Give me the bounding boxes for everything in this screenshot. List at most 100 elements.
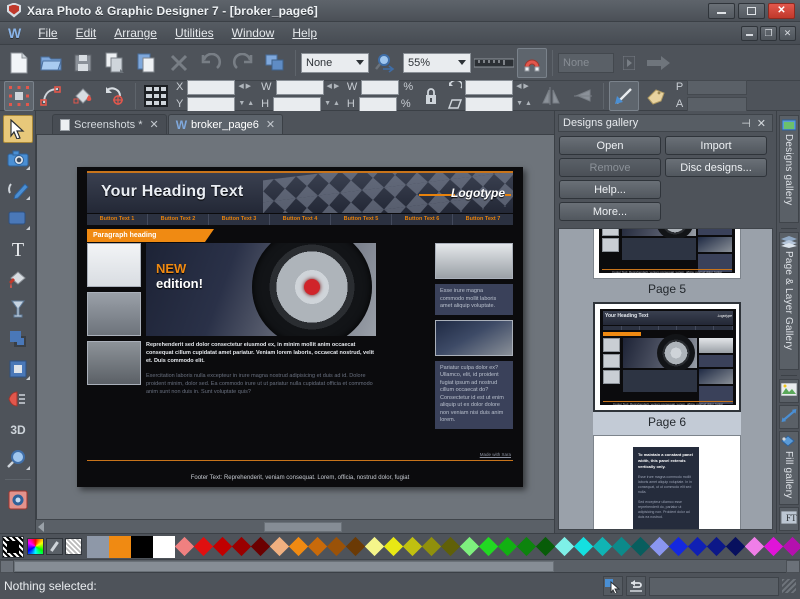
horizontal-scroll-thumb[interactable] — [264, 522, 342, 532]
close-icon[interactable]: ✕ — [266, 118, 275, 131]
paint-bucket-icon[interactable] — [68, 81, 98, 111]
palette-lead-swatch[interactable] — [87, 536, 109, 558]
palette-lead-swatch[interactable] — [153, 536, 175, 558]
palette-swatch[interactable] — [612, 537, 631, 556]
h-spinner[interactable]: ▼ ▲ — [322, 101, 342, 107]
rotate-input[interactable] — [465, 80, 513, 95]
h-input[interactable] — [273, 97, 321, 112]
nav-button-6[interactable]: Button Text 6 — [392, 214, 453, 225]
nav-button-5[interactable]: Button Text 5 — [331, 214, 392, 225]
palette-swatch[interactable] — [422, 537, 441, 556]
scroll-left-arrow-icon[interactable] — [38, 522, 44, 532]
palette-swatch[interactable] — [631, 537, 650, 556]
shadow-tool[interactable] — [3, 325, 33, 353]
minimize-button[interactable] — [708, 3, 735, 19]
padlock-icon[interactable] — [418, 84, 444, 108]
palette-swatch[interactable] — [479, 537, 498, 556]
palette-swatch[interactable] — [213, 537, 232, 556]
palette-swatch[interactable] — [270, 537, 289, 556]
h-pct-input[interactable] — [359, 97, 397, 112]
palette-lead-swatch[interactable] — [131, 536, 153, 558]
gallery-item-next[interactable]: To maintain a constant panel width, this… — [591, 435, 743, 530]
status-field[interactable] — [649, 577, 779, 596]
transparent-checker-icon[interactable] — [65, 538, 82, 555]
palette-swatch[interactable] — [403, 537, 422, 556]
color-wheel-icon[interactable] — [27, 538, 44, 555]
zoom-level-dropdown[interactable]: 55% — [403, 53, 471, 73]
transparency-tool[interactable] — [3, 295, 33, 323]
rotate-spinner[interactable]: ◀ ▶ — [514, 84, 531, 90]
x-spinner[interactable]: ◀ ▶ — [236, 84, 253, 90]
gallery-thumbnail-selected[interactable]: Your Heading Text Logotype Footer Text: … — [593, 302, 741, 412]
menu-item-edit[interactable]: Edit — [67, 23, 106, 43]
selection-arrow-icon[interactable] — [603, 576, 623, 596]
palette-swatch[interactable] — [384, 537, 403, 556]
magnet-snap-button[interactable] — [517, 48, 547, 78]
skew-input[interactable] — [465, 97, 513, 112]
menu-item-arrange[interactable]: Arrange — [105, 23, 166, 43]
vtab-fill-gallery[interactable]: Fill gallery — [779, 431, 799, 505]
name-next-button[interactable] — [616, 51, 642, 75]
bevel-tool[interactable] — [3, 355, 33, 383]
vtab-line-gallery[interactable] — [779, 405, 799, 429]
name-dropdown[interactable]: None — [558, 53, 614, 73]
nav-button-3[interactable]: Button Text 3 — [209, 214, 270, 225]
palette-swatch[interactable] — [726, 537, 745, 556]
menu-item-file[interactable]: File — [29, 23, 66, 43]
extrude-tool[interactable]: 3D — [3, 415, 33, 443]
w-spinner[interactable]: ◀ ▶ — [325, 84, 342, 90]
doc-restore-button[interactable]: ❐ — [760, 26, 777, 41]
canvas[interactable]: Your Heading Text Logotype Button Text 1… — [36, 135, 554, 519]
palette-swatch[interactable] — [536, 537, 555, 556]
w-input[interactable] — [276, 80, 324, 95]
color-swatches[interactable] — [87, 536, 800, 558]
photo-tool[interactable] — [3, 145, 33, 173]
nav-button-2[interactable]: Button Text 2 — [148, 214, 209, 225]
palette-swatch[interactable] — [308, 537, 327, 556]
y-spinner[interactable]: ▼ ▲ — [236, 101, 256, 107]
ruler-icon[interactable] — [473, 48, 515, 78]
vtab-bitmap-gallery[interactable] — [779, 379, 799, 403]
palette-swatch[interactable] — [688, 537, 707, 556]
open-document-button[interactable] — [36, 48, 66, 78]
gallery-disc-designs-button[interactable]: Disc designs... — [665, 158, 767, 177]
palette-swatch[interactable] — [175, 537, 194, 556]
x-input[interactable] — [187, 80, 235, 95]
made-with-xara-link[interactable]: Made with Xara — [480, 452, 511, 457]
gallery-open-button[interactable]: Open — [559, 136, 661, 155]
gallery-more-button[interactable]: More... — [559, 202, 661, 221]
vtab-font-gallery[interactable]: FT — [779, 507, 799, 531]
palette-swatch[interactable] — [574, 537, 593, 556]
curve-node-icon[interactable] — [36, 81, 66, 111]
document-tab-screenshots[interactable]: Screenshots * ✕ — [52, 114, 167, 134]
palette-swatch[interactable] — [593, 537, 612, 556]
grid-snap-icon[interactable] — [141, 81, 171, 111]
w-pct-input[interactable] — [361, 80, 399, 95]
duplicate-shapes-button[interactable] — [260, 48, 290, 78]
palette-scroll-left[interactable] — [0, 560, 14, 573]
y-input[interactable] — [187, 97, 235, 112]
skew-icon[interactable] — [446, 98, 464, 111]
rotate-center-icon[interactable] — [100, 81, 130, 111]
palette-swatch[interactable] — [517, 537, 536, 556]
gallery-item-page5[interactable]: Your Heading Text Logotype Footer Text: … — [591, 228, 743, 302]
nav-button-4[interactable]: Button Text 4 — [270, 214, 331, 225]
palette-swatch[interactable] — [251, 537, 270, 556]
palette-swatch[interactable] — [194, 537, 213, 556]
no-color-icon[interactable] — [2, 536, 24, 558]
nav-button-1[interactable]: Button Text 1 — [87, 214, 148, 225]
selector-handles-icon[interactable] — [4, 81, 34, 111]
vtab-page-layer-gallery[interactable]: Page & Layer Gallery — [779, 232, 799, 369]
palette-swatch[interactable] — [555, 537, 574, 556]
product-thumb-1[interactable] — [87, 243, 141, 287]
palette-swatch[interactable] — [498, 537, 517, 556]
menu-item-help[interactable]: Help — [283, 23, 326, 43]
quality-dropdown[interactable]: None — [301, 53, 369, 73]
menu-item-utilities[interactable]: Utilities — [166, 23, 223, 43]
new-document-button[interactable] — [4, 48, 34, 78]
palette-scroll-thumb[interactable] — [14, 561, 554, 572]
rotate-angle-icon[interactable] — [446, 81, 464, 94]
palette-swatch[interactable] — [745, 537, 764, 556]
gallery-thumbnail[interactable]: Your Heading Text Logotype Footer Text: … — [593, 228, 741, 279]
palette-swatch[interactable] — [232, 537, 251, 556]
